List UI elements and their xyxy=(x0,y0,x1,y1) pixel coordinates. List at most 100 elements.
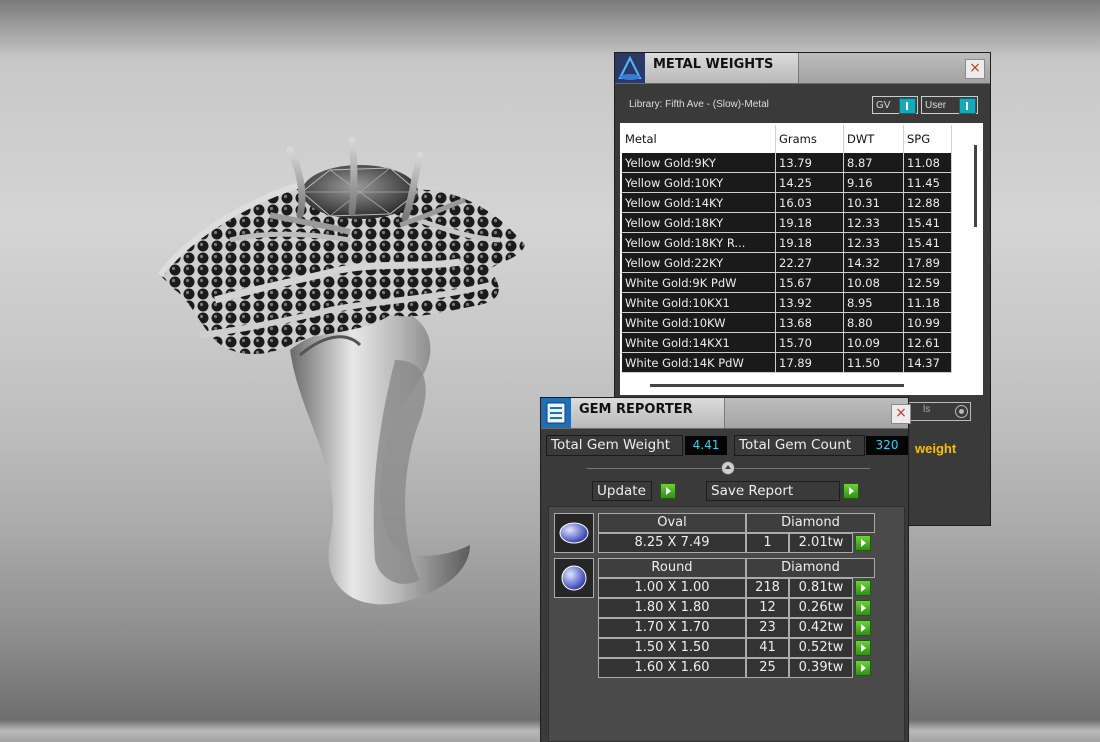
metal-weights-titlebar[interactable]: METAL WEIGHTS × xyxy=(615,53,990,84)
update-button[interactable]: Update xyxy=(592,481,652,501)
column-header-metal[interactable]: Metal xyxy=(622,125,776,153)
gem-shape-header: Oval xyxy=(598,513,746,533)
weight-label[interactable]: weight xyxy=(915,441,956,456)
column-header-grams[interactable]: Grams xyxy=(775,125,844,153)
round-gem-shape-icon xyxy=(554,558,594,598)
gem-reporter-dialog: GEM REPORTER × Total Gem Weight 4.41 Tot… xyxy=(541,398,911,742)
metal-name-cell: Yellow Gold:22KY xyxy=(622,252,776,273)
metal-table-row[interactable]: White Gold:14K PdW 17.89 11.50 14.37 xyxy=(622,352,952,373)
metal-name-cell: Yellow Gold:10KY xyxy=(622,172,776,193)
gem-row-select-go-icon[interactable] xyxy=(855,535,871,551)
metal-name-cell: White Gold:9K PdW xyxy=(622,272,776,293)
metal-table-vertical-scrollbar[interactable] xyxy=(974,145,977,227)
grams-cell: 17.89 xyxy=(775,352,844,373)
dwt-cell: 12.33 xyxy=(843,232,904,253)
dwt-cell: 10.09 xyxy=(843,332,904,353)
metal-table-row[interactable]: White Gold:14KX1 15.70 10.09 12.61 xyxy=(622,332,952,353)
metal-weights-close-button[interactable]: × xyxy=(965,59,985,79)
gem-row-select-go-icon[interactable] xyxy=(855,620,871,636)
metal-table-row[interactable]: Yellow Gold:9KY 13.79 8.87 11.08 xyxy=(622,153,952,173)
metal-table-row[interactable]: Yellow Gold:18KY R... 19.18 12.33 15.41 xyxy=(622,232,952,253)
gem-row-select-go-icon[interactable] xyxy=(855,640,871,656)
gem-material-header: Diamond xyxy=(746,558,875,578)
gem-shape-header: Round xyxy=(598,558,746,578)
grams-cell: 19.18 xyxy=(775,232,844,253)
dwt-cell: 10.31 xyxy=(843,192,904,213)
grams-cell: 13.68 xyxy=(775,312,844,333)
dwt-cell: 9.16 xyxy=(843,172,904,193)
partially-hidden-toggle-label: ls xyxy=(923,404,931,415)
gem-count-cell: 41 xyxy=(746,638,789,658)
dwt-cell: 8.87 xyxy=(843,153,904,173)
metal-table-container[interactable]: Metal Grams DWT SPG Yellow Gold:9KY 13.79… xyxy=(620,123,983,395)
report-slider-handle[interactable] xyxy=(721,461,735,475)
spg-cell: 11.45 xyxy=(903,172,952,193)
gem-count-cell: 12 xyxy=(746,598,789,618)
gv-toggle[interactable]: GV xyxy=(872,96,918,114)
metal-name-cell: White Gold:14KX1 xyxy=(622,332,776,353)
gem-reporter-titlebar[interactable]: GEM REPORTER × xyxy=(541,398,911,429)
gem-row-select-go-icon[interactable] xyxy=(855,660,871,676)
spg-cell: 10.99 xyxy=(903,312,952,333)
gem-size-cell: 1.00 X 1.00 xyxy=(598,578,746,598)
grams-cell: 15.67 xyxy=(775,272,844,293)
gem-size-cell: 1.70 X 1.70 xyxy=(598,618,746,638)
metal-table-row[interactable]: White Gold:10KW 13.68 8.80 10.99 xyxy=(622,312,952,333)
spg-cell: 11.08 xyxy=(903,153,952,173)
total-gem-weight-label: Total Gem Weight xyxy=(546,435,683,456)
metal-name-cell: White Gold:10KX1 xyxy=(622,292,776,313)
gem-size-cell: 1.60 X 1.60 xyxy=(598,658,746,678)
spg-cell: 14.37 xyxy=(903,352,952,373)
gv-toggle-label: GV xyxy=(876,99,891,111)
user-toggle-label: User xyxy=(925,99,947,111)
column-header-spg[interactable]: SPG xyxy=(903,125,952,153)
metal-table-horizontal-scrollbar[interactable] xyxy=(650,384,904,387)
grams-cell: 16.03 xyxy=(775,192,844,213)
metal-name-cell: White Gold:14K PdW xyxy=(622,352,776,373)
total-gem-count-value: 320 xyxy=(866,436,908,455)
grams-cell: 15.70 xyxy=(775,332,844,353)
update-go-icon[interactable] xyxy=(660,483,676,499)
column-header-dwt[interactable]: DWT xyxy=(843,125,904,153)
gem-row-select-go-icon[interactable] xyxy=(855,580,871,596)
gem-weight-cell: 0.39tw xyxy=(789,658,853,678)
gem-count-cell: 25 xyxy=(746,658,789,678)
gem-reporter-title-tab: GEM REPORTER xyxy=(571,398,725,428)
save-report-go-icon[interactable] xyxy=(843,483,859,499)
metal-name-cell: Yellow Gold:18KY R... xyxy=(622,232,776,253)
gem-count-cell: 1 xyxy=(746,533,789,553)
metal-table-header-row: Metal Grams DWT SPG xyxy=(622,125,952,153)
metal-table-row[interactable]: Yellow Gold:14KY 16.03 10.31 12.88 xyxy=(622,192,952,213)
gem-reporter-title: GEM REPORTER xyxy=(579,402,693,417)
oval-gem-shape-icon xyxy=(554,513,594,553)
gem-reporter-close-button[interactable]: × xyxy=(891,404,911,424)
gem-material-header: Diamond xyxy=(746,513,875,533)
gem-weight-cell: 2.01tw xyxy=(789,533,853,553)
metal-name-cell: Yellow Gold:14KY xyxy=(622,192,776,213)
gem-size-cell: 8.25 X 7.49 xyxy=(598,533,746,553)
partially-hidden-toggle[interactable]: ls xyxy=(904,402,971,421)
metal-table-row[interactable]: Yellow Gold:22KY 22.27 14.32 17.89 xyxy=(622,252,952,273)
gem-weight-cell: 0.26tw xyxy=(789,598,853,618)
metal-table-row[interactable]: Yellow Gold:18KY 19.18 12.33 15.41 xyxy=(622,212,952,233)
gem-list-panel[interactable]: Oval Diamond 8.25 X 7.49 1 2.01tw Round Diamon… xyxy=(548,506,905,742)
gem-count-cell: 23 xyxy=(746,618,789,638)
gem-count-cell: 218 xyxy=(746,578,789,598)
grams-cell: 13.92 xyxy=(775,292,844,313)
spg-cell: 11.18 xyxy=(903,292,952,313)
metal-name-cell: Yellow Gold:9KY xyxy=(622,153,776,173)
metal-table-row[interactable]: Yellow Gold:10KY 14.25 9.16 11.45 xyxy=(622,172,952,193)
gem-reporter-app-icon xyxy=(541,398,571,428)
library-label: Library: Fifth Ave - (Slow)-Metal xyxy=(629,99,769,110)
save-report-button[interactable]: Save Report xyxy=(706,481,840,501)
dwt-cell: 12.33 xyxy=(843,212,904,233)
total-gem-weight-value: 4.41 xyxy=(685,436,727,455)
gem-row-select-go-icon[interactable] xyxy=(855,600,871,616)
user-toggle[interactable]: User xyxy=(921,96,978,114)
grams-cell: 14.25 xyxy=(775,172,844,193)
gem-weight-cell: 0.42tw xyxy=(789,618,853,638)
metal-table-row[interactable]: White Gold:9K PdW 15.67 10.08 12.59 xyxy=(622,272,952,293)
metal-table-row[interactable]: White Gold:10KX1 13.92 8.95 11.18 xyxy=(622,292,952,313)
gem-weight-cell: 0.52tw xyxy=(789,638,853,658)
total-gem-count-label: Total Gem Count xyxy=(734,435,865,456)
